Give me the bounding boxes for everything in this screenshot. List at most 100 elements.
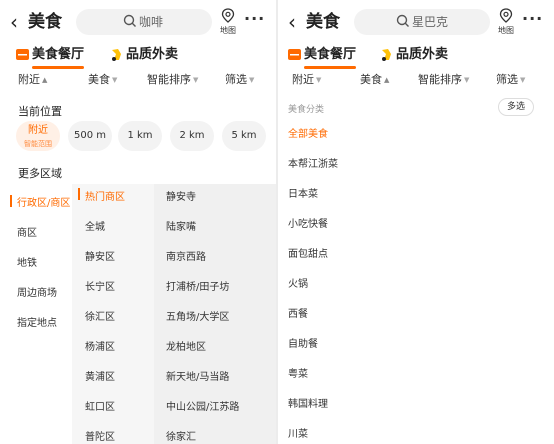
category-item[interactable]: 面包甜点 [288, 245, 328, 260]
district-item[interactable]: 虹口区 [85, 398, 115, 413]
filter-nearby[interactable]: 附近 ▼ [292, 70, 321, 90]
district-item[interactable]: 普陀区 [85, 428, 115, 443]
map-button[interactable]: 地图 [494, 6, 518, 36]
business-area-item[interactable]: 打浦桥/田子坊 [166, 278, 229, 293]
district-item[interactable]: 徐汇区 [85, 308, 115, 323]
tab-delivery[interactable]: 品质外卖 [110, 44, 178, 68]
business-area-item[interactable]: 五角场/大学区 [166, 308, 229, 323]
left-screen: ‹ 美食 咖啡 地图 ··· 美食餐厅 品质外卖 附近 ▲ 美食 ▼ 智能排序 ▼ 筛… [0, 0, 276, 444]
area-type-item[interactable]: 行政区/商区 [17, 194, 70, 209]
area-type-item[interactable]: 地铁 [17, 254, 37, 269]
top-bar: ‹ 美食 咖啡 地图 ··· [0, 6, 276, 38]
area-type-item[interactable]: 指定地点 [17, 314, 57, 329]
filter-label: 智能排序 [418, 73, 462, 86]
chip-label: 5 km [231, 130, 257, 141]
filter-more[interactable]: 筛选 ▼ [496, 70, 525, 90]
caret-down-icon: ▼ [316, 76, 322, 84]
category-item[interactable]: 小吃快餐 [288, 215, 328, 230]
tab-label: 品质外卖 [396, 47, 449, 62]
chip-2km[interactable]: 2 km [170, 121, 214, 151]
chip-nearby[interactable]: 附近 智能范围 [16, 121, 60, 151]
business-area-item[interactable]: 中山公园/江苏路 [166, 398, 239, 413]
district-item[interactable]: 长宁区 [85, 278, 115, 293]
business-area-item[interactable]: 陆家嘴 [166, 218, 196, 233]
active-indicator [10, 195, 12, 207]
filter-cuisine[interactable]: 美食 ▼ [88, 70, 117, 90]
active-tab-indicator [32, 66, 84, 69]
category-item[interactable]: 西餐 [288, 305, 308, 320]
district-list: 热门商区 全城 静安区 长宁区 徐汇区 杨浦区 黄浦区 虹口区 普陀区 [72, 184, 154, 444]
caret-down-icon: ▼ [249, 76, 255, 84]
search-placeholder: 星巴克 [412, 15, 449, 29]
category-item[interactable]: 日本菜 [288, 185, 318, 200]
district-item[interactable]: 静安区 [85, 248, 115, 263]
back-arrow-icon[interactable]: ‹ [10, 10, 30, 34]
chip-label: 1 km [127, 130, 153, 141]
filter-cuisine[interactable]: 美食 ▲ [360, 70, 389, 90]
chip-500m[interactable]: 500 m [68, 121, 112, 151]
tab-restaurants[interactable]: 美食餐厅 [16, 44, 85, 69]
caret-down-icon: ▼ [112, 76, 118, 84]
page-title: 美食 [28, 12, 62, 32]
category-item[interactable]: 韩国料理 [288, 395, 328, 410]
business-area-item[interactable]: 徐家汇 [166, 428, 196, 443]
area-type-item[interactable]: 周边商场 [17, 284, 57, 299]
category-item[interactable]: 川菜 [288, 425, 308, 440]
business-area-item[interactable]: 静安寺 [166, 188, 196, 203]
caret-down-icon: ▼ [520, 76, 526, 84]
channel-tabs: 美食餐厅 品质外卖 [278, 44, 554, 69]
tab-delivery[interactable]: 品质外卖 [380, 44, 448, 68]
more-icon[interactable]: ··· [244, 8, 265, 30]
map-button[interactable]: 地图 [216, 6, 240, 36]
category-item[interactable]: 全部美食 [288, 125, 328, 140]
tab-label: 美食餐厅 [304, 47, 357, 62]
tab-restaurants[interactable]: 美食餐厅 [288, 44, 357, 69]
more-areas-title: 更多区域 [18, 167, 62, 180]
search-input[interactable]: 星巴克 [354, 9, 490, 35]
filter-sort[interactable]: 智能排序 ▼ [418, 70, 469, 90]
filter-bar: 附近 ▼ 美食 ▲ 智能排序 ▼ 筛选 ▼ [278, 70, 554, 92]
filter-label: 筛选 [225, 73, 247, 86]
page-title: 美食 [306, 12, 340, 32]
current-location-title: 当前位置 [18, 105, 62, 118]
category-header: 美食分类 多选 [278, 98, 554, 118]
chip-label: 附近 [28, 125, 48, 136]
business-area-list: 静安寺 陆家嘴 南京西路 打浦桥/田子坊 五角场/大学区 龙柏地区 新天地/马当… [154, 184, 276, 444]
map-label: 地图 [498, 26, 514, 35]
back-arrow-icon[interactable]: ‹ [288, 10, 308, 34]
category-item[interactable]: 本帮江浙菜 [288, 155, 338, 170]
business-area-item[interactable]: 南京西路 [166, 248, 206, 263]
district-item[interactable]: 全城 [85, 218, 105, 233]
tab-label: 美食餐厅 [32, 47, 85, 62]
search-input[interactable]: 咖啡 [76, 9, 212, 35]
category-item[interactable]: 粤菜 [288, 365, 308, 380]
search-icon [123, 14, 136, 27]
multi-select-button[interactable]: 多选 [498, 98, 534, 116]
district-item[interactable]: 杨浦区 [85, 338, 115, 353]
filter-more[interactable]: 筛选 ▼ [225, 70, 254, 90]
filter-label: 附近 [292, 73, 314, 86]
filter-nearby[interactable]: 附近 ▲ [18, 70, 47, 90]
caret-up-icon: ▲ [42, 76, 48, 84]
chip-sublabel: 智能范围 [24, 140, 52, 148]
filter-label: 附近 [18, 73, 40, 86]
delivery-icon [112, 48, 121, 61]
chip-1km[interactable]: 1 km [118, 121, 162, 151]
delivery-icon [382, 48, 391, 61]
chip-5km[interactable]: 5 km [222, 121, 266, 151]
distance-chips: 附近智能范围 500 m 1 km 2 km 5 km [16, 121, 272, 153]
caret-down-icon: ▼ [464, 76, 470, 84]
filter-label: 筛选 [496, 73, 518, 86]
business-area-item[interactable]: 新天地/马当路 [166, 368, 229, 383]
district-item[interactable]: 热门商区 [85, 188, 125, 203]
business-area-item[interactable]: 龙柏地区 [166, 338, 206, 353]
area-type-item[interactable]: 商区 [17, 224, 37, 239]
category-item[interactable]: 火锅 [288, 275, 308, 290]
more-icon[interactable]: ··· [522, 8, 543, 30]
category-item[interactable]: 自助餐 [288, 335, 318, 350]
search-placeholder: 咖啡 [139, 15, 164, 29]
restaurant-icon [288, 49, 301, 60]
district-item[interactable]: 黄浦区 [85, 368, 115, 383]
filter-sort[interactable]: 智能排序 ▼ [147, 70, 198, 90]
map-label: 地图 [220, 26, 236, 35]
